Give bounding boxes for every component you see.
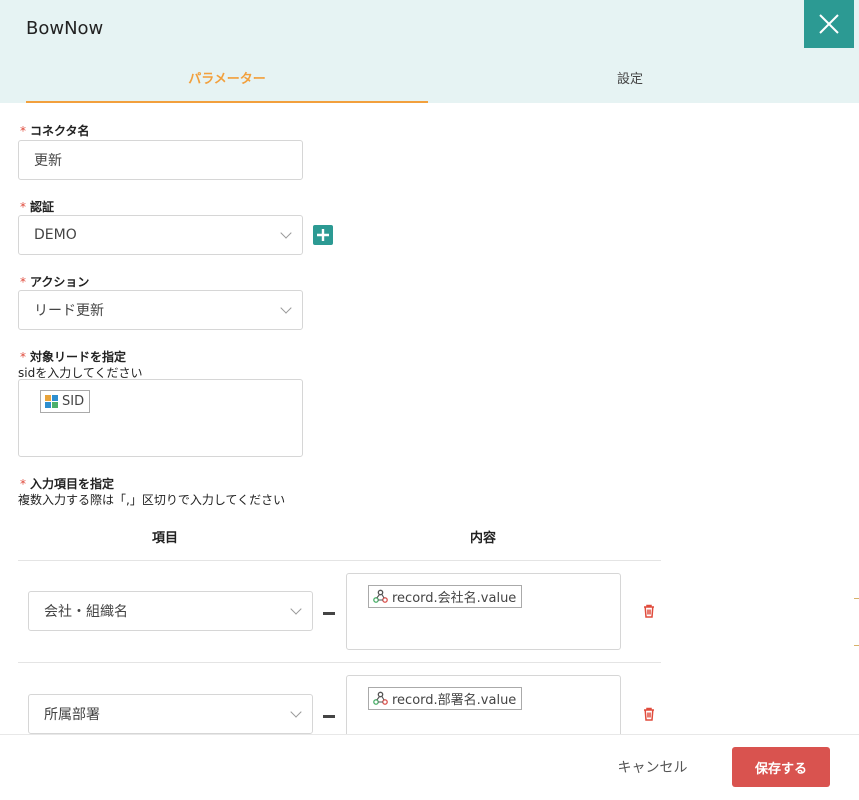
item-select-value: 会社・組織名 [44,604,128,620]
connector-name-label-text: コネクタ名 [30,124,90,138]
auth-select[interactable]: DEMO [18,215,303,255]
background-fragment [854,598,859,646]
required-mark: * [20,124,26,138]
field-chip[interactable]: record.部署名.value [368,687,523,710]
required-mark: * [20,200,26,214]
sid-chip-label: SID [62,394,85,409]
action-label-text: アクション [30,275,90,289]
column-header-item: 項目 [152,531,179,546]
active-tab-indicator [26,101,428,103]
cancel-button[interactable]: キャンセル [600,748,705,786]
item-select[interactable]: 所属部署 [28,694,313,734]
input-items-hint: 複数入力する際は「,」区切りで入力してください [18,493,286,507]
auth-select-value: DEMO [34,227,77,243]
action-select[interactable]: リード更新 [18,290,303,330]
minus-icon [323,715,335,718]
required-mark: * [20,477,26,491]
trash-icon[interactable] [641,603,657,619]
required-mark: * [20,275,26,289]
field-grid-icon [45,395,58,408]
chevron-down-icon [290,706,302,718]
save-button[interactable]: 保存する [732,747,830,787]
action-select-value: リード更新 [34,303,104,319]
close-button[interactable] [804,0,854,48]
input-items-label: * 入力項目を指定 [20,475,114,492]
dialog-title: BowNow [26,18,104,39]
chevron-down-icon [280,227,292,239]
chevron-down-icon [290,603,302,615]
connector-name-value: 更新 [34,153,62,169]
target-lead-label: * 対象リードを指定 [20,348,126,365]
plus-icon [317,229,329,241]
field-chip-label: record.部署名.value [392,693,517,708]
required-mark: * [20,350,26,364]
connector-name-label: * コネクタ名 [20,122,90,139]
add-auth-button[interactable] [313,225,333,245]
target-lead-input[interactable]: SID [18,379,303,457]
connector-dialog: BowNow パラメーター 設定 * コネクタ名 更新 * 認証 DEMO * アクシ… [0,0,859,800]
chevron-down-icon [280,302,292,314]
item-select-value: 所属部署 [44,707,100,723]
dialog-footer [0,735,859,800]
field-chip[interactable]: record.会社名.value [368,585,523,608]
tab-parameters[interactable]: パラメーター [26,68,428,87]
target-lead-label-text: 対象リードを指定 [30,350,127,364]
minus-icon [323,612,335,615]
auth-label-text: 認証 [30,200,55,214]
input-items-label-text: 入力項目を指定 [30,477,115,491]
auth-label: * 認証 [20,198,54,215]
close-icon [819,14,839,34]
item-select[interactable]: 会社・組織名 [28,591,313,631]
field-chip-label: record.会社名.value [392,591,517,606]
trash-icon[interactable] [641,706,657,722]
tab-settings[interactable]: 設定 [430,68,830,87]
dialog-header: BowNow パラメーター 設定 [0,0,859,103]
row-divider [18,662,661,663]
webhook-icon [373,691,388,705]
row-divider [18,560,661,561]
sid-chip[interactable]: SID [40,390,91,413]
content-input[interactable]: record.会社名.value [346,573,621,650]
webhook-icon [373,589,388,603]
action-label: * アクション [20,273,89,290]
connector-name-input[interactable]: 更新 [18,140,303,180]
column-header-content: 内容 [470,531,497,546]
